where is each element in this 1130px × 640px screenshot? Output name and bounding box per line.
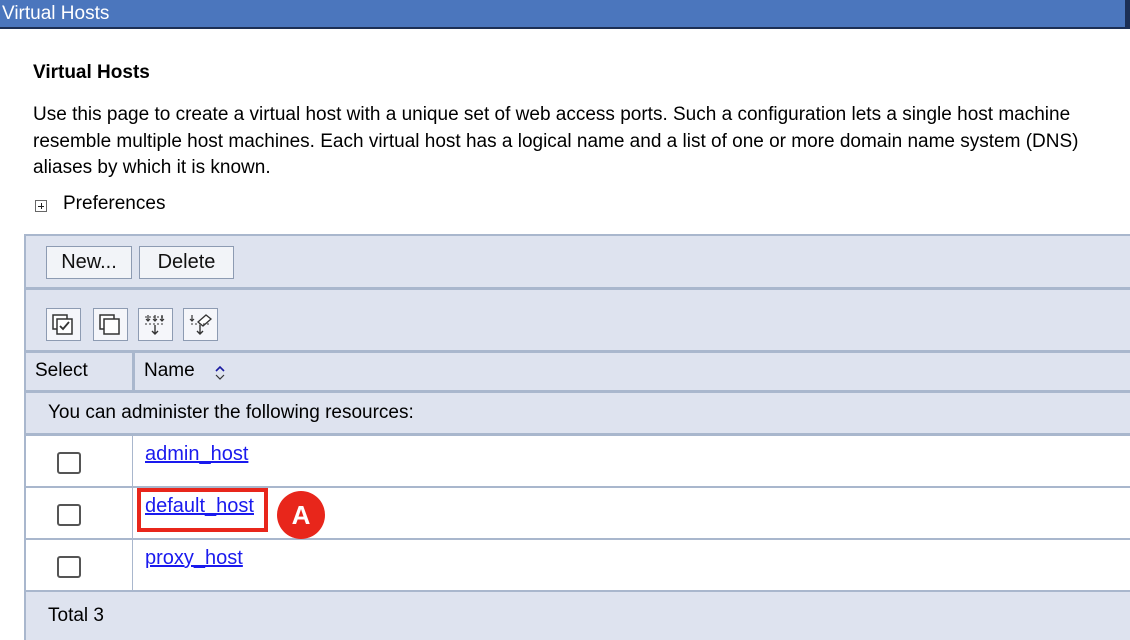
title-bar: Virtual Hosts <box>0 0 1130 29</box>
resources-info-text: You can administer the following resourc… <box>48 402 414 423</box>
row-select-checkbox[interactable] <box>57 452 81 474</box>
resources-table-panel: New... Delete Select Name You can admini… <box>24 234 1130 640</box>
button-toolbar: New... Delete <box>26 236 1130 290</box>
cell-divider <box>132 540 133 590</box>
new-button[interactable]: New... <box>46 246 132 279</box>
page-title: Virtual Hosts <box>33 62 150 83</box>
annotation-marker: A <box>277 491 325 539</box>
title-bar-edge <box>1125 0 1130 27</box>
select-all-icon[interactable] <box>46 308 81 341</box>
deselect-all-icon[interactable] <box>93 308 128 341</box>
table-footer: Total 3 <box>26 593 1130 640</box>
cell-divider <box>132 436 133 486</box>
select-column-header: Select <box>35 360 88 381</box>
clear-filter-icon[interactable] <box>183 308 218 341</box>
table-header: Select Name <box>26 353 1130 393</box>
table-row: admin_host <box>26 436 1130 488</box>
table-row: proxy_host <box>26 540 1130 592</box>
name-column-header[interactable]: Name <box>144 360 195 382</box>
row-select-checkbox[interactable] <box>57 556 81 578</box>
expand-plus-icon[interactable] <box>35 200 47 212</box>
preferences-label[interactable]: Preferences <box>63 193 165 215</box>
host-link-proxy-host[interactable]: proxy_host <box>145 547 243 570</box>
icon-toolbar <box>26 293 1130 353</box>
annotation-highlight-box <box>137 488 268 532</box>
page-description: Use this page to create a virtual host w… <box>33 104 1079 178</box>
resources-info-row: You can administer the following resourc… <box>26 393 1130 436</box>
cell-divider <box>132 488 133 538</box>
preferences-toggle[interactable]: Preferences <box>35 193 165 215</box>
row-select-checkbox[interactable] <box>57 504 81 526</box>
show-filter-icon[interactable] <box>138 308 173 341</box>
host-link-admin-host[interactable]: admin_host <box>145 443 248 466</box>
sort-icon[interactable] <box>214 365 226 381</box>
window-title: Virtual Hosts <box>2 3 110 24</box>
total-count: Total 3 <box>48 605 104 626</box>
column-divider <box>132 353 135 390</box>
delete-button[interactable]: Delete <box>139 246 234 279</box>
